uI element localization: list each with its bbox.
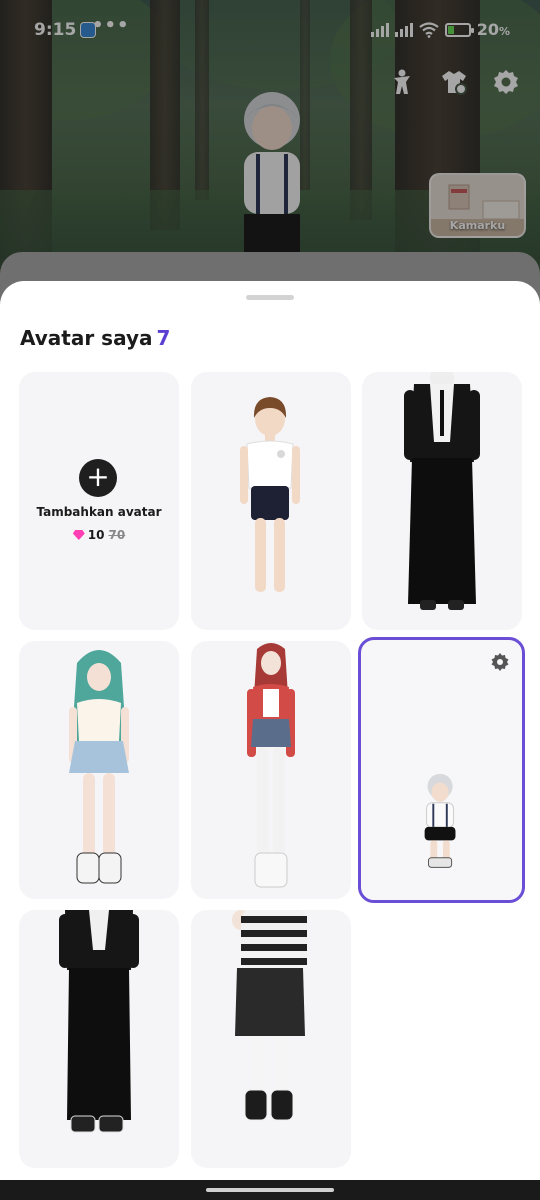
sheet-title: Avatar saya 7	[20, 326, 170, 350]
add-avatar-label: Tambahkan avatar	[36, 505, 162, 519]
avatar-card[interactable]	[362, 372, 522, 630]
price-value: 10	[87, 528, 105, 542]
gem-icon	[72, 530, 85, 540]
system-nav-bar	[0, 1180, 540, 1200]
avatar-card[interactable]	[19, 910, 179, 1168]
avatar-count: 7	[156, 326, 171, 350]
avatar-thumbnail	[69, 650, 129, 884]
avatar-card[interactable]	[191, 910, 351, 1168]
old-price: 70	[108, 528, 126, 542]
avatar-thumbnail	[404, 372, 480, 610]
avatar-thumbnail	[247, 643, 295, 888]
avatar-thumbnail	[424, 773, 456, 868]
add-avatar-card[interactable]: + Tambahkan avatar 10 70	[19, 372, 179, 630]
striped-sweater	[241, 910, 307, 968]
add-avatar-price: 10 70	[19, 528, 179, 542]
sheet-drag-handle[interactable]	[246, 295, 294, 300]
avatar-sheet: Avatar saya 7 + Tambahkan avatar 10 70	[0, 281, 540, 1180]
avatar-card[interactable]	[191, 372, 351, 630]
avatar-card-selected[interactable]	[358, 637, 525, 903]
add-icon[interactable]: +	[79, 459, 117, 497]
sheet-title-text: Avatar saya	[20, 326, 153, 350]
avatar-thumbnail	[232, 910, 307, 1121]
avatar-thumbnail	[240, 397, 300, 592]
avatar-thumbnail	[59, 910, 139, 1133]
avatar-card[interactable]	[19, 641, 179, 899]
home-gesture-bar[interactable]	[206, 1188, 334, 1192]
avatar-card[interactable]	[191, 641, 351, 899]
